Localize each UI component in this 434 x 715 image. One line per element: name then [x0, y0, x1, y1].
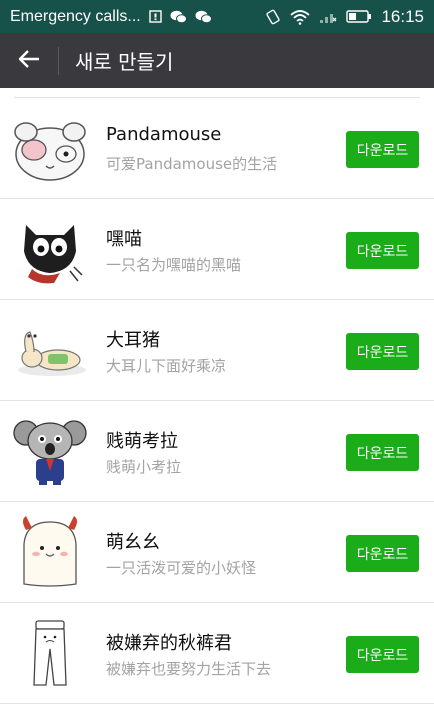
koala-icon — [12, 413, 88, 489]
sticker-pack-list[interactable]: Pandamouse 可爱Pandamouse的生活 다운로드 嘿喵 一只名为嘿… — [0, 88, 434, 715]
page-title: 새로 만들기 — [75, 50, 174, 74]
carrier-label: Emergency calls... — [10, 7, 141, 25]
pandamouse-icon — [12, 110, 88, 186]
long-johns-icon — [12, 615, 88, 691]
clock: 16:15 — [381, 6, 424, 26]
black-cat-icon — [12, 211, 88, 287]
item-description: 贱萌小考拉 — [106, 458, 182, 476]
signal-icon — [319, 9, 337, 24]
list-item[interactable]: 贱萌考拉 贱萌小考拉 다운로드 — [0, 401, 434, 502]
back-button[interactable] — [0, 33, 58, 88]
item-title: 贱萌考拉 — [106, 431, 178, 452]
item-description: 一只名为嘿喵的黑喵 — [106, 256, 242, 274]
item-description: 一只活泼可爱的小妖怪 — [106, 559, 257, 577]
battery-icon — [346, 10, 372, 23]
big-ear-pig-icon — [12, 312, 88, 388]
vibrate-icon — [265, 9, 281, 25]
download-button[interactable]: 다운로드 — [346, 131, 419, 168]
list-item[interactable]: 大耳猪 大耳儿下面好乘凉 다운로드 — [0, 300, 434, 401]
download-button[interactable]: 다운로드 — [346, 535, 419, 572]
wechat-icon — [170, 10, 187, 24]
item-title: 被嫌弃的秋裤君 — [106, 633, 232, 654]
back-arrow-icon — [18, 49, 40, 73]
row-divider — [0, 703, 434, 704]
little-monster-icon — [12, 514, 88, 590]
item-description: 被嫌弃也要努力生活下去 — [106, 660, 272, 678]
item-title: Pandamouse — [106, 124, 222, 145]
wifi-icon — [290, 9, 311, 25]
list-item[interactable]: 被嫌弃的秋裤君 被嫌弃也要努力生活下去 다운로드 — [0, 603, 434, 704]
wechat-icon — [195, 10, 212, 24]
item-description: 大耳儿下面好乘凉 — [106, 357, 227, 375]
notification-icon — [149, 10, 162, 23]
status-bar: Emergency calls... 16:15 — [0, 0, 434, 33]
item-title: 萌幺幺 — [106, 532, 160, 553]
list-item[interactable]: 萌幺幺 一只活泼可爱的小妖怪 다운로드 — [0, 502, 434, 603]
download-button[interactable]: 다운로드 — [346, 636, 419, 673]
list-item[interactable]: Pandamouse 可爱Pandamouse的生活 다운로드 — [0, 98, 434, 199]
item-title: 嘿喵 — [106, 229, 142, 250]
download-button[interactable]: 다운로드 — [346, 232, 419, 269]
download-button[interactable]: 다운로드 — [346, 434, 419, 471]
title-divider — [58, 46, 59, 75]
item-title: 大耳猪 — [106, 330, 160, 351]
title-bar: 새로 만들기 — [0, 33, 434, 88]
download-button[interactable]: 다운로드 — [346, 333, 419, 370]
item-description: 可爱Pandamouse的生活 — [106, 155, 278, 173]
list-item[interactable]: 嘿喵 一只名为嘿喵的黑喵 다운로드 — [0, 199, 434, 300]
